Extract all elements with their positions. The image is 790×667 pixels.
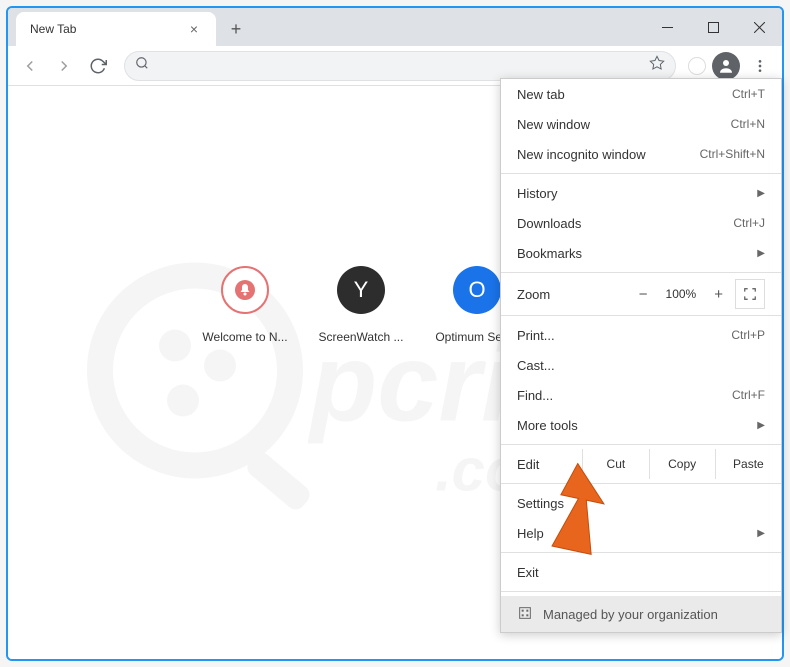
shortcut-icon: O — [453, 266, 501, 314]
shortcut-label: ScreenWatch ... — [317, 330, 405, 344]
menu-separator — [501, 444, 781, 445]
shortcut-label: Welcome to N... — [201, 330, 289, 344]
menu-history[interactable]: History▶ — [501, 178, 781, 208]
menu-separator — [501, 272, 781, 273]
chrome-menu-dropdown: New tabCtrl+T New windowCtrl+N New incog… — [500, 78, 782, 633]
menu-edit: Edit Cut Copy Paste — [501, 449, 781, 479]
fullscreen-button[interactable] — [735, 279, 765, 309]
menu-bookmarks[interactable]: Bookmarks▶ — [501, 238, 781, 268]
minimize-button[interactable] — [644, 8, 690, 46]
zoom-in-button[interactable]: + — [710, 286, 727, 303]
browser-tab[interactable]: New Tab × — [16, 12, 216, 46]
chevron-right-icon: ▶ — [757, 420, 765, 431]
menu-zoom: Zoom − 100% + — [501, 277, 781, 311]
copy-button[interactable]: Copy — [649, 449, 715, 479]
back-button[interactable] — [16, 52, 44, 80]
chevron-right-icon: ▶ — [757, 528, 765, 539]
menu-separator — [501, 552, 781, 553]
profile-button[interactable] — [712, 52, 740, 80]
titlebar: New Tab × + — [8, 8, 782, 46]
zoom-value: 100% — [666, 287, 697, 301]
menu-new-incognito[interactable]: New incognito windowCtrl+Shift+N — [501, 139, 781, 169]
shortcut-item[interactable]: Welcome to N... — [201, 266, 289, 344]
menu-new-window[interactable]: New windowCtrl+N — [501, 109, 781, 139]
tab-title: New Tab — [30, 22, 76, 36]
cut-button[interactable]: Cut — [582, 449, 648, 479]
maximize-button[interactable] — [690, 8, 736, 46]
menu-new-tab[interactable]: New tabCtrl+T — [501, 79, 781, 109]
managed-label: Managed by your organization — [543, 607, 718, 622]
zoom-out-button[interactable]: − — [635, 286, 652, 303]
menu-separator — [501, 173, 781, 174]
close-window-button[interactable] — [736, 8, 782, 46]
reload-button[interactable] — [84, 52, 112, 80]
extension-indicator[interactable] — [688, 57, 706, 75]
new-tab-button[interactable]: + — [222, 15, 250, 43]
close-tab-icon[interactable]: × — [186, 21, 202, 37]
forward-button[interactable] — [50, 52, 78, 80]
menu-more-tools[interactable]: More tools▶ — [501, 410, 781, 440]
chevron-right-icon: ▶ — [757, 188, 765, 199]
paste-button[interactable]: Paste — [715, 449, 781, 479]
menu-help[interactable]: Help▶ — [501, 518, 781, 548]
menu-find[interactable]: Find...Ctrl+F — [501, 380, 781, 410]
menu-print[interactable]: Print...Ctrl+P — [501, 320, 781, 350]
building-icon — [517, 605, 533, 624]
chevron-right-icon: ▶ — [757, 248, 765, 259]
search-icon — [135, 56, 149, 75]
window-controls — [644, 8, 782, 46]
menu-downloads[interactable]: DownloadsCtrl+J — [501, 208, 781, 238]
shortcut-item[interactable]: Y ScreenWatch ... — [317, 266, 405, 344]
bookmark-star-icon[interactable] — [649, 55, 665, 76]
address-bar[interactable] — [124, 51, 676, 81]
menu-separator — [501, 483, 781, 484]
menu-managed-by-org[interactable]: Managed by your organization — [501, 596, 781, 632]
menu-separator — [501, 591, 781, 592]
chrome-menu-button[interactable] — [746, 52, 774, 80]
menu-cast[interactable]: Cast... — [501, 350, 781, 380]
menu-settings[interactable]: Settings — [501, 488, 781, 518]
menu-separator — [501, 315, 781, 316]
shortcut-icon: Y — [337, 266, 385, 314]
menu-exit[interactable]: Exit — [501, 557, 781, 587]
shortcut-icon — [221, 266, 269, 314]
